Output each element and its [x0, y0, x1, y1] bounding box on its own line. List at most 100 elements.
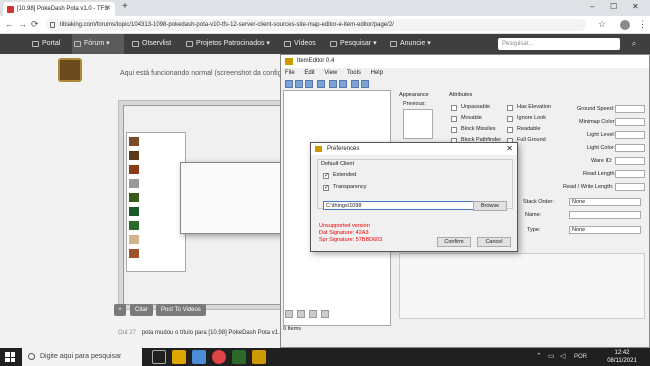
- compare-icon[interactable]: [329, 80, 337, 88]
- forward-icon[interactable]: →: [18, 19, 27, 29]
- app-icon: [285, 58, 293, 65]
- new-icon[interactable]: [285, 80, 293, 88]
- block-missiles-checkbox[interactable]: [451, 127, 457, 133]
- add-button[interactable]: +: [114, 304, 126, 316]
- author-avatar[interactable]: [58, 58, 82, 82]
- duplicate-icon[interactable]: [309, 310, 317, 318]
- light-color-label: Light Color:: [587, 145, 616, 151]
- language-indicator[interactable]: POR: [574, 354, 587, 360]
- menu-help[interactable]: Help: [371, 70, 383, 76]
- settings-icon[interactable]: [361, 80, 369, 88]
- minimize-icon[interactable]: –: [590, 2, 594, 11]
- browser-tab[interactable]: [10.98] PokeDash Pota v1.0 - TFS ✕: [3, 2, 115, 16]
- stack-order-select[interactable]: None: [569, 198, 641, 206]
- has-elevation-label: Has Elevation: [517, 104, 551, 110]
- nav-otservlist[interactable]: Otservlist: [130, 34, 171, 54]
- filter-icon[interactable]: [285, 310, 293, 318]
- quote-button[interactable]: Citar: [130, 304, 153, 316]
- read-length-field[interactable]: [615, 170, 645, 178]
- browser-menu-icon[interactable]: ⋮: [638, 19, 647, 30]
- menu-view[interactable]: View: [324, 70, 337, 76]
- list-footer-tools: [283, 307, 391, 321]
- stack-order-label: Stack Order:: [523, 199, 554, 205]
- post-to-videos-button[interactable]: Post To Videos: [156, 304, 206, 316]
- cancel-button[interactable]: Cancel: [477, 237, 511, 247]
- error-version: Unsupported version: [319, 223, 370, 229]
- nav-forum[interactable]: Fórum ▾: [72, 34, 124, 54]
- read-write-length-field[interactable]: [615, 183, 645, 191]
- remove-item-icon[interactable]: [321, 310, 329, 318]
- extended-checkbox[interactable]: ✓: [323, 173, 329, 179]
- attributes-label: Attributes: [449, 92, 473, 98]
- back-icon[interactable]: ←: [5, 19, 14, 29]
- item-editor-task-icon[interactable]: [252, 350, 266, 364]
- nav-portal[interactable]: Portal: [30, 34, 60, 54]
- minimap-color-field[interactable]: [615, 118, 645, 126]
- task-view-icon[interactable]: [152, 350, 166, 364]
- profile-avatar[interactable]: [620, 20, 630, 30]
- movable-checkbox[interactable]: [451, 116, 457, 122]
- window-close-icon[interactable]: ✕: [632, 2, 639, 11]
- store-icon[interactable]: [192, 350, 206, 364]
- light-color-field[interactable]: [615, 144, 645, 152]
- ignore-look-checkbox[interactable]: [507, 116, 513, 122]
- name-field[interactable]: [569, 211, 641, 219]
- new-tab-button[interactable]: +: [122, 1, 128, 12]
- has-elevation-checkbox[interactable]: [507, 105, 513, 111]
- file-explorer-icon[interactable]: [172, 350, 186, 364]
- confirm-button[interactable]: Confirm: [437, 237, 471, 247]
- lock-icon: [50, 22, 55, 28]
- client-path-input[interactable]: C:\things\1098: [323, 201, 479, 210]
- dialog-close-icon[interactable]: ✕: [506, 143, 513, 155]
- tab-title: [10.98] PokeDash Pota v1.0 - TFS: [17, 6, 109, 12]
- taskbar-clock[interactable]: 12:42 08/11/2021: [598, 349, 646, 365]
- transparency-checkbox[interactable]: ✓: [323, 185, 329, 191]
- menu-tools[interactable]: Tools: [347, 70, 361, 76]
- reload-tool-icon[interactable]: [339, 80, 347, 88]
- item-editor-menu: File Edit View Tools Help: [281, 68, 649, 78]
- menu-file[interactable]: File: [285, 70, 295, 76]
- menu-edit[interactable]: Edit: [304, 70, 314, 76]
- app-green-icon[interactable]: [232, 350, 246, 364]
- type-select[interactable]: None: [569, 226, 641, 234]
- nav-videos[interactable]: Vídeos: [282, 34, 316, 54]
- url-field[interactable]: tibiaking.com/forums/topic/104313-1098-p…: [46, 19, 586, 31]
- save-icon[interactable]: [305, 80, 313, 88]
- ware-id-field[interactable]: [615, 157, 645, 165]
- preferences-dialog: Preferences ✕ Default Client ✓ Extended …: [310, 142, 518, 252]
- open-icon[interactable]: [295, 80, 303, 88]
- appearance-label: Appearance: [399, 92, 429, 98]
- unpassable-checkbox[interactable]: [451, 105, 457, 111]
- maximize-icon[interactable]: ☐: [610, 2, 617, 11]
- search-icon[interactable]: ⌕: [622, 38, 646, 50]
- nav-pesquisar[interactable]: Pesquisar ▾: [328, 34, 377, 54]
- forum-search-input[interactable]: Pesquisar...: [498, 38, 620, 50]
- ground-speed-field[interactable]: [615, 105, 645, 113]
- extended-label: Extended: [333, 172, 357, 178]
- find-icon[interactable]: [351, 80, 359, 88]
- search-nav-icon: [330, 41, 337, 47]
- nav-projetos[interactable]: Projetos Patrocinados ▾: [184, 34, 270, 54]
- close-tab-icon[interactable]: ✕: [105, 2, 111, 16]
- unpassable-label: Unpassable: [461, 104, 491, 110]
- light-level-field[interactable]: [615, 131, 645, 139]
- bookmark-star-icon[interactable]: ☆: [598, 19, 606, 30]
- full-ground-label: Full Ground: [517, 137, 546, 143]
- windows-start-icon[interactable]: [5, 352, 15, 362]
- network-icon[interactable]: ▭: [548, 352, 555, 360]
- site-favicon-icon: [7, 6, 14, 13]
- add-item-icon[interactable]: [297, 310, 305, 318]
- readable-checkbox[interactable]: [507, 127, 513, 133]
- volume-icon[interactable]: ◁: [560, 352, 565, 360]
- item-editor-title: ItemEditor 0.4: [297, 58, 335, 64]
- embedded-screenshot[interactable]: [118, 100, 290, 310]
- chrome-icon[interactable]: [212, 350, 226, 364]
- taskbar-search[interactable]: Digite aqui para pesquisar: [22, 348, 142, 366]
- nav-anuncie[interactable]: Anuncie ▾: [388, 34, 431, 54]
- reload-icon[interactable]: ⟳: [31, 19, 39, 30]
- item-editor-titlebar: ItemEditor 0.4: [281, 55, 649, 68]
- browse-button[interactable]: Browse: [473, 201, 507, 211]
- tray-up-icon[interactable]: ⌃: [536, 352, 542, 360]
- save-as-icon[interactable]: [317, 80, 325, 88]
- minimap-color-label: Minimap Color:: [579, 119, 616, 125]
